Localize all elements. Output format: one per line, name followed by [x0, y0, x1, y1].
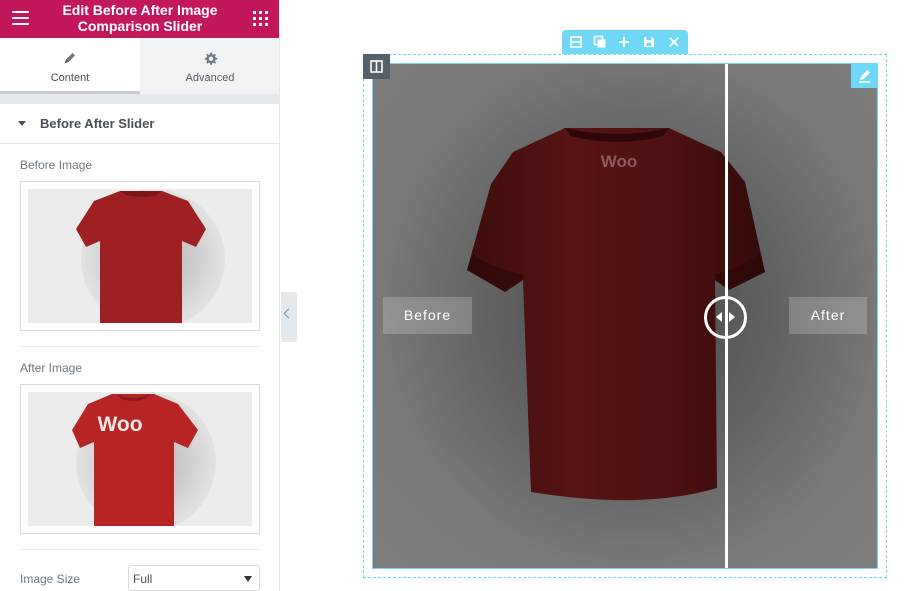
panel-header: Edit Before After Image Comparison Slide…	[0, 0, 279, 38]
arrow-right-icon	[729, 312, 735, 322]
section-toolbar	[562, 30, 688, 54]
before-image-label: Before Image	[20, 158, 93, 172]
grid-icon[interactable]	[253, 11, 268, 26]
pencil-icon	[859, 70, 870, 83]
shirt-logo-text: Woo	[601, 152, 638, 171]
column-icon	[370, 60, 383, 73]
add-icon[interactable]	[616, 34, 632, 50]
slider-handle[interactable]	[704, 296, 747, 339]
panel-title: Edit Before After Image Comparison Slide…	[62, 2, 218, 34]
editor-root: Edit Before After Image Comparison Slide…	[0, 0, 914, 591]
pencil-icon	[0, 51, 140, 67]
image-size-label: Image Size	[20, 572, 81, 586]
caret-down-icon	[18, 121, 26, 126]
after-thumb-logo-text: Woo	[97, 413, 142, 436]
section-header[interactable]: Before After Slider	[0, 104, 279, 144]
tab-content[interactable]: Content	[0, 38, 140, 94]
collapse-panel-button[interactable]	[281, 292, 297, 342]
save-icon[interactable]	[641, 34, 657, 50]
after-image-picker[interactable]: Woo	[20, 384, 260, 534]
tab-content-label: Content	[50, 72, 90, 84]
close-icon[interactable]	[666, 34, 682, 50]
control-divider	[20, 346, 260, 347]
hamburger-icon[interactable]	[12, 11, 29, 25]
edit-widget-button[interactable]	[851, 63, 878, 88]
before-label: Before	[383, 297, 472, 334]
tab-advanced[interactable]: Advanced	[140, 38, 279, 94]
image-size-select[interactable]: Full	[128, 565, 260, 591]
gear-icon	[140, 51, 279, 67]
control-divider	[20, 549, 260, 550]
image-size-value: Full	[133, 572, 153, 586]
before-image-picker[interactable]	[20, 181, 260, 331]
after-label: After	[789, 297, 867, 334]
chevron-left-icon	[283, 308, 294, 319]
comparison-slider[interactable]: Woo Before After	[373, 64, 877, 568]
before-image-thumbnail	[28, 189, 252, 323]
structure-icon[interactable]	[568, 34, 584, 50]
editor-panel: Edit Before After Image Comparison Slide…	[0, 0, 280, 591]
duplicate-icon[interactable]	[592, 34, 608, 50]
after-image-label: After Image	[20, 361, 83, 375]
arrow-left-icon	[716, 312, 722, 322]
panel-divider	[0, 94, 279, 104]
dropdown-arrow-icon	[244, 576, 252, 582]
column-handle[interactable]	[363, 54, 390, 79]
before-after-widget[interactable]: Woo Before After	[372, 63, 878, 569]
panel-tabs: Content Advanced	[0, 38, 279, 94]
tab-advanced-label: Advanced	[185, 72, 235, 84]
section-title: Before After Slider	[40, 116, 155, 131]
after-image-thumbnail: Woo	[28, 392, 252, 526]
